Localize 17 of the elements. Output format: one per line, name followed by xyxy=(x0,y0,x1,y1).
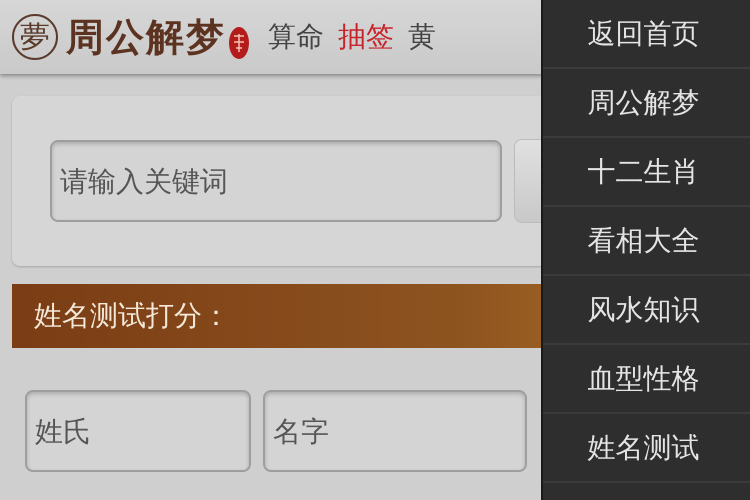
logo-mark: 夢 xyxy=(12,14,58,60)
menu-item[interactable]: 看相大全 xyxy=(543,207,750,276)
menu-item[interactable]: 周公解梦 xyxy=(543,69,750,138)
menu-item[interactable]: 返回首页 xyxy=(543,0,750,69)
menu-item[interactable]: 姓名测试 xyxy=(543,414,750,483)
nav-link[interactable]: 黄 xyxy=(408,18,436,56)
site-logo[interactable]: 周公解梦 xyxy=(66,12,226,62)
nav-link[interactable]: 抽签 xyxy=(338,18,394,56)
nav-link[interactable]: 算命 xyxy=(268,18,324,56)
seal-icon xyxy=(228,26,250,60)
menu-item[interactable]: 血型性格 xyxy=(543,345,750,414)
name-field[interactable]: 名字 xyxy=(263,390,527,472)
section-title: 姓名测试打分： xyxy=(34,298,230,334)
menu-item[interactable]: 十二生肖 xyxy=(543,138,750,207)
search-field[interactable]: 请输入关键词 xyxy=(50,140,502,222)
menu-item[interactable]: 风水知识 xyxy=(543,276,750,345)
name-field[interactable]: 姓氏 xyxy=(25,390,251,472)
